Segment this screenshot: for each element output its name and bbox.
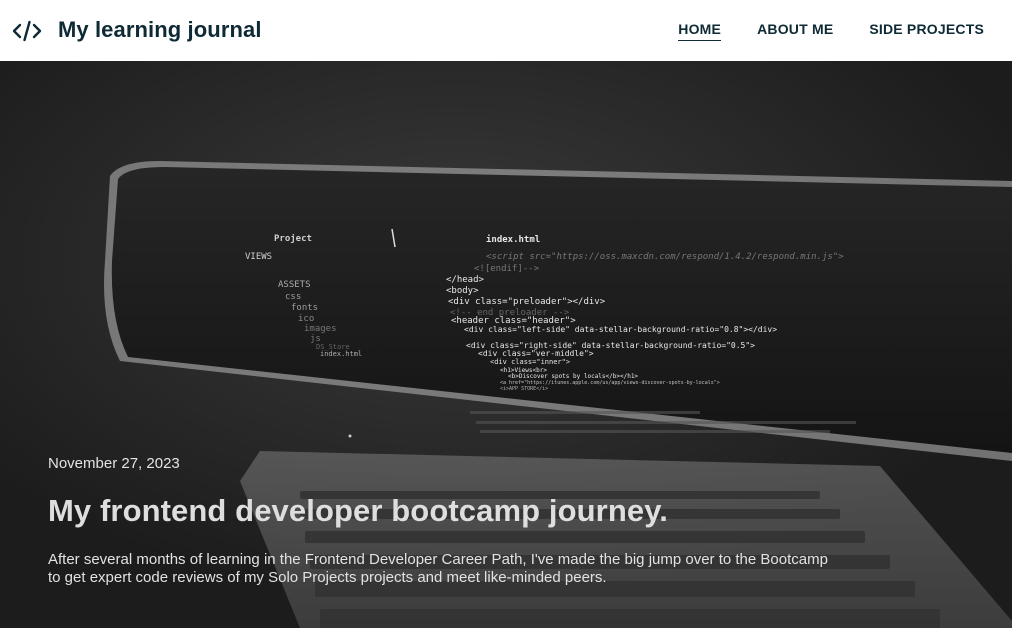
svg-text:fonts: fonts: [291, 303, 318, 313]
post-title[interactable]: My frontend developer bootcamp journey.: [48, 493, 668, 529]
hero-section: Project VIEWS ASSETS css fonts ico image…: [0, 61, 1012, 628]
svg-text:<div class="preloader"></div>: <div class="preloader"></div>: [448, 297, 606, 307]
svg-text:<body>: <body>: [446, 286, 479, 296]
svg-text:<div class="left-side" data-st: <div class="left-side" data-stellar-back…: [464, 325, 777, 334]
nav-home-link[interactable]: HOME: [678, 21, 722, 41]
svg-text:ico: ico: [298, 314, 314, 324]
svg-text:images: images: [304, 324, 337, 334]
svg-text:<b>Discover spots by locals</b: <b>Discover spots by locals</b></h1>: [508, 373, 638, 380]
post-excerpt: After several months of learning in the …: [48, 551, 828, 586]
svg-text:index.html: index.html: [486, 234, 540, 245]
svg-text:index.html: index.html: [320, 350, 362, 358]
main-nav: HOME ABOUT ME SIDE PROJECTS: [678, 21, 984, 41]
site-title: My learning journal: [58, 16, 262, 42]
svg-text:Project: Project: [274, 233, 312, 244]
svg-text:VIEWS: VIEWS: [245, 252, 272, 262]
svg-text:css: css: [285, 292, 301, 302]
brand[interactable]: My learning journal: [12, 16, 262, 44]
svg-text:ASSETS: ASSETS: [278, 280, 311, 290]
post-date: November 27, 2023: [48, 455, 180, 472]
svg-text:<![endif]-->: <![endif]-->: [474, 264, 540, 274]
site-header: My learning journal HOME ABOUT ME SIDE P…: [0, 0, 1012, 61]
svg-text:<i>APP STORE</i>: <i>APP STORE</i>: [500, 386, 548, 392]
svg-text:<div class="inner">: <div class="inner">: [490, 358, 570, 366]
svg-text:<div class="ver-middle">: <div class="ver-middle">: [478, 349, 594, 358]
nav-side-projects-link[interactable]: SIDE PROJECTS: [869, 21, 984, 41]
code-brackets-icon: [12, 20, 42, 41]
nav-about-me-link[interactable]: ABOUT ME: [757, 21, 833, 41]
svg-text:<script src="https://oss.maxcd: <script src="https://oss.maxcdn.com/resp…: [486, 252, 844, 262]
svg-text:</head>: </head>: [446, 275, 485, 285]
hero-background-image: Project VIEWS ASSETS css fonts ico image…: [0, 61, 1012, 628]
